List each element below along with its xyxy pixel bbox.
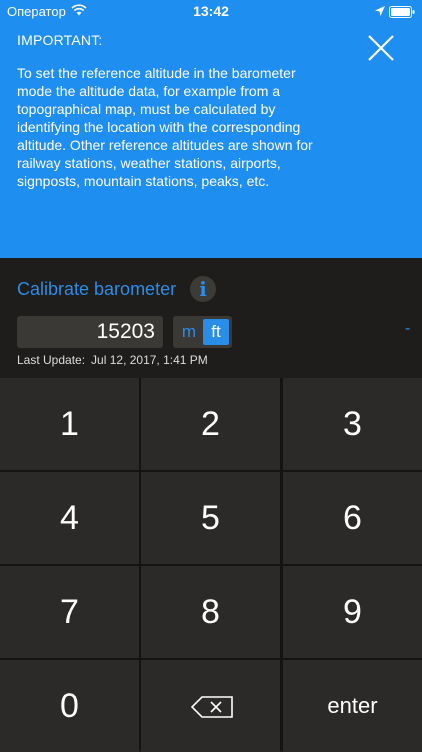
close-icon — [368, 35, 394, 61]
last-update-label: Last Update: — [17, 353, 86, 367]
info-text: To set the reference altitude in the bar… — [17, 65, 313, 189]
key-2[interactable]: 2 — [141, 378, 280, 470]
enter-key[interactable]: enter — [283, 660, 422, 752]
clock: 13:42 — [193, 3, 229, 19]
last-update: Last Update: Jul 12, 2017, 1:41 PM — [17, 353, 214, 367]
dash-indicator: - — [405, 320, 411, 337]
unit-m-button[interactable]: m — [176, 319, 202, 345]
key-0[interactable]: 0 — [0, 660, 139, 752]
key-8[interactable]: 8 — [141, 566, 280, 658]
location-arrow-icon — [375, 6, 385, 16]
altitude-input[interactable]: 15203 — [17, 316, 163, 348]
key-5[interactable]: 5 — [141, 472, 280, 564]
key-4[interactable]: 4 — [0, 472, 139, 564]
info-icon: i — [199, 277, 207, 301]
key-6[interactable]: 6 — [283, 472, 422, 564]
key-3[interactable]: 3 — [283, 378, 422, 470]
last-update-value: Jul 12, 2017, 1:41 PM — [91, 353, 208, 367]
status-bar: Оператор 13:42 — [0, 0, 422, 22]
info-panel: Оператор 13:42 IMPORTANT: To set the ref… — [0, 0, 422, 258]
info-title: IMPORTANT: — [17, 32, 103, 48]
key-9[interactable]: 9 — [283, 566, 422, 658]
backspace-icon — [191, 696, 233, 718]
calibrate-title: Calibrate barometer — [17, 279, 177, 299]
backspace-key[interactable] — [141, 660, 280, 752]
numeric-keypad: 1 2 3 4 5 6 7 8 9 0 enter — [0, 378, 422, 752]
key-7[interactable]: 7 — [0, 566, 139, 658]
key-1[interactable]: 1 — [0, 378, 139, 470]
unit-toggle: m ft — [173, 316, 232, 348]
battery-icon — [389, 6, 415, 18]
calibration-section: Calibrate barometer i 15203 m ft - Last … — [0, 258, 422, 378]
close-button[interactable] — [366, 33, 396, 63]
unit-ft-button[interactable]: ft — [203, 319, 229, 345]
info-button[interactable]: i — [190, 276, 216, 302]
